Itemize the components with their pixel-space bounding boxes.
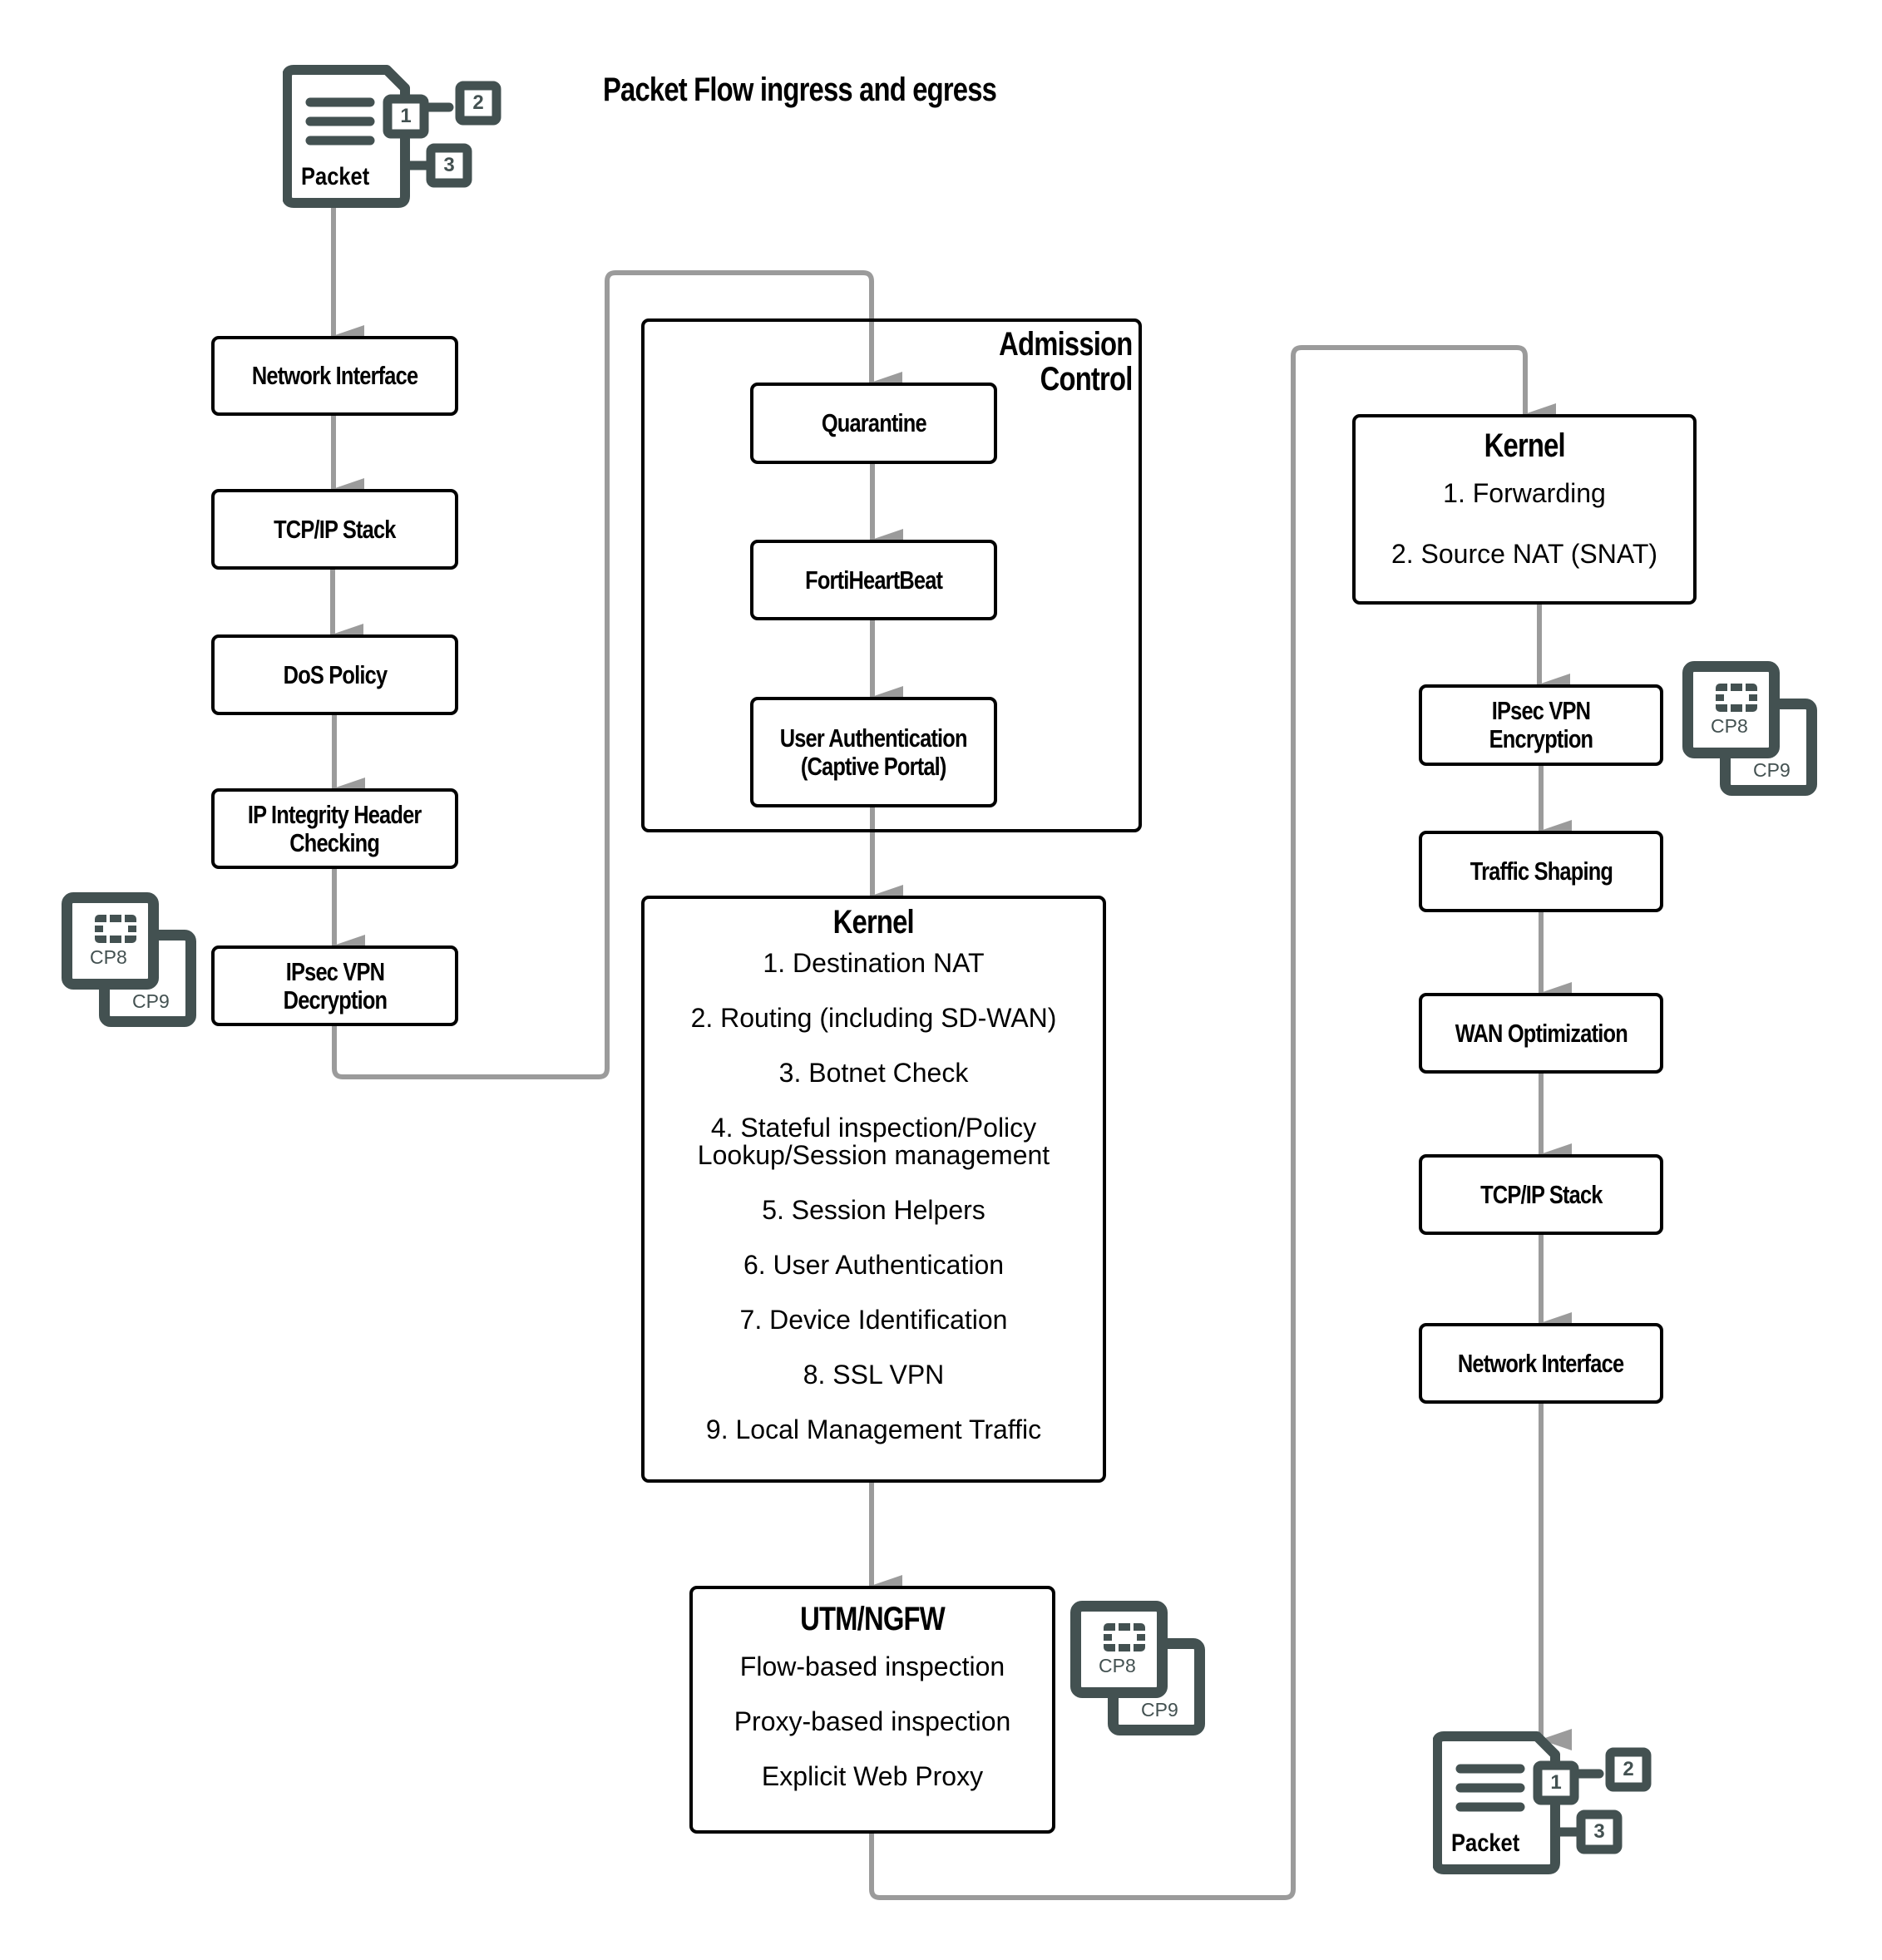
step-ipsec-vpn-decryption: IPsec VPN Decryption bbox=[211, 945, 458, 1026]
step-ipsec-vpn-encryption: IPsec VPN Encryption bbox=[1419, 684, 1663, 766]
step-user-authentication-captive-portal: User Authentication (Captive Portal) bbox=[750, 697, 997, 807]
packet-label: Packet bbox=[301, 163, 370, 190]
step-label: DoS Policy bbox=[283, 659, 387, 689]
chip-icon bbox=[1104, 1623, 1145, 1651]
step-label: TCP/IP Stack bbox=[1479, 1179, 1603, 1209]
kernel-egress-item: 2. Source NAT (SNAT) bbox=[1391, 539, 1658, 569]
packet-badge-2: 2 bbox=[472, 91, 484, 114]
diagram-title: Packet Flow ingress and egress bbox=[603, 72, 997, 108]
step-label: IP Integrity Header Checking bbox=[248, 799, 422, 857]
utm-item: Explicit Web Proxy bbox=[761, 1761, 984, 1791]
kernel-item: 9. Local Management Traffic bbox=[705, 1414, 1042, 1444]
cp-accelerator-icon-ipsec-decrypt: CP9 CP8 bbox=[62, 892, 196, 1027]
utm-item: Flow-based inspection bbox=[739, 1651, 1005, 1681]
step-label: Network Interface bbox=[1458, 1348, 1624, 1378]
step-label: Traffic Shaping bbox=[1470, 857, 1613, 886]
step-tcpip-stack-out: TCP/IP Stack bbox=[1419, 1154, 1663, 1235]
packet-badge-3: 3 bbox=[443, 154, 455, 176]
step-wan-optimization: WAN Optimization bbox=[1419, 993, 1663, 1074]
step-label: WAN Optimization bbox=[1455, 1018, 1628, 1048]
packet-in-icon: 1 2 3 Packet bbox=[283, 63, 507, 209]
step-network-interface-out: Network Interface bbox=[1419, 1323, 1663, 1404]
kernel-item: 6. User Authentication bbox=[743, 1250, 1005, 1280]
step-fortiheartbeat: FortiHeartBeat bbox=[750, 540, 997, 620]
step-quarantine: Quarantine bbox=[750, 383, 997, 464]
kernel-item: 5. Session Helpers bbox=[762, 1195, 985, 1225]
kernel-item: 8. SSL VPN bbox=[803, 1360, 945, 1390]
step-label: Quarantine bbox=[821, 408, 927, 437]
admission-title-line1: Admission bbox=[998, 326, 1133, 363]
step-label: IPsec VPN Decryption bbox=[283, 956, 387, 1015]
packet-badge-3: 3 bbox=[1593, 1820, 1605, 1843]
chip-icon bbox=[1716, 684, 1757, 712]
packet-label: Packet bbox=[1451, 1829, 1520, 1857]
utm-ngfw-box: UTM/NGFW Flow-based inspection Proxy-bas… bbox=[689, 1586, 1055, 1834]
kernel-item: 3. Botnet Check bbox=[778, 1058, 969, 1088]
kernel-egress-title: Kernel bbox=[1484, 427, 1565, 464]
utm-item: Proxy-based inspection bbox=[734, 1706, 1011, 1736]
admission-control-title: Admission Control bbox=[998, 326, 1133, 397]
cp8-label: CP8 bbox=[1099, 1655, 1136, 1676]
step-label: Network Interface bbox=[251, 361, 418, 390]
kernel-egress-item: 1. Forwarding bbox=[1443, 478, 1606, 508]
packet-badge-1: 1 bbox=[1550, 1771, 1562, 1794]
step-network-interface-in: Network Interface bbox=[211, 336, 458, 416]
cp8-label: CP8 bbox=[90, 946, 127, 968]
cp8-label: CP8 bbox=[1711, 715, 1748, 737]
cp9-label: CP9 bbox=[1141, 1699, 1178, 1721]
packet-badge-1: 1 bbox=[400, 105, 412, 127]
cp-accelerator-icon-utm: CP9 CP8 bbox=[1070, 1601, 1205, 1735]
kernel-item: 1. Destination NAT bbox=[763, 948, 985, 978]
kernel-ingress-box: Kernel 1. Destination NAT 2. Routing (in… bbox=[641, 896, 1106, 1483]
packet-badge-2: 2 bbox=[1623, 1758, 1634, 1780]
step-tcpip-stack-in: TCP/IP Stack bbox=[211, 489, 458, 570]
step-ip-integrity-check: IP Integrity Header Checking bbox=[211, 788, 458, 869]
step-label: User Authentication (Captive Portal) bbox=[779, 723, 968, 781]
cp9-label: CP9 bbox=[132, 990, 170, 1012]
step-traffic-shaping: Traffic Shaping bbox=[1419, 831, 1663, 912]
chip-icon bbox=[95, 915, 136, 943]
kernel-item: 2. Routing (including SD-WAN) bbox=[690, 1003, 1057, 1033]
cp-accelerator-icon-ipsec-encrypt: CP9 CP8 bbox=[1682, 661, 1817, 796]
cp9-label: CP9 bbox=[1753, 759, 1791, 781]
step-label: IPsec VPN Encryption bbox=[1489, 696, 1593, 753]
kernel-item: 7. Device Identification bbox=[739, 1305, 1008, 1335]
step-label: TCP/IP Stack bbox=[274, 514, 396, 544]
kernel-ingress-title: Kernel bbox=[832, 904, 915, 941]
kernel-egress-box: Kernel 1. Forwarding 2. Source NAT (SNAT… bbox=[1352, 414, 1697, 605]
admission-title-line2: Control bbox=[1040, 361, 1133, 397]
kernel-item: 4. Stateful inspection/Policy Lookup/Ses… bbox=[697, 1113, 1050, 1170]
utm-title: UTM/NGFW bbox=[800, 1601, 946, 1637]
packet-out-icon: 1 2 3 Packet bbox=[1433, 1730, 1657, 1875]
step-label: FortiHeartBeat bbox=[804, 565, 943, 595]
step-dos-policy: DoS Policy bbox=[211, 634, 458, 715]
